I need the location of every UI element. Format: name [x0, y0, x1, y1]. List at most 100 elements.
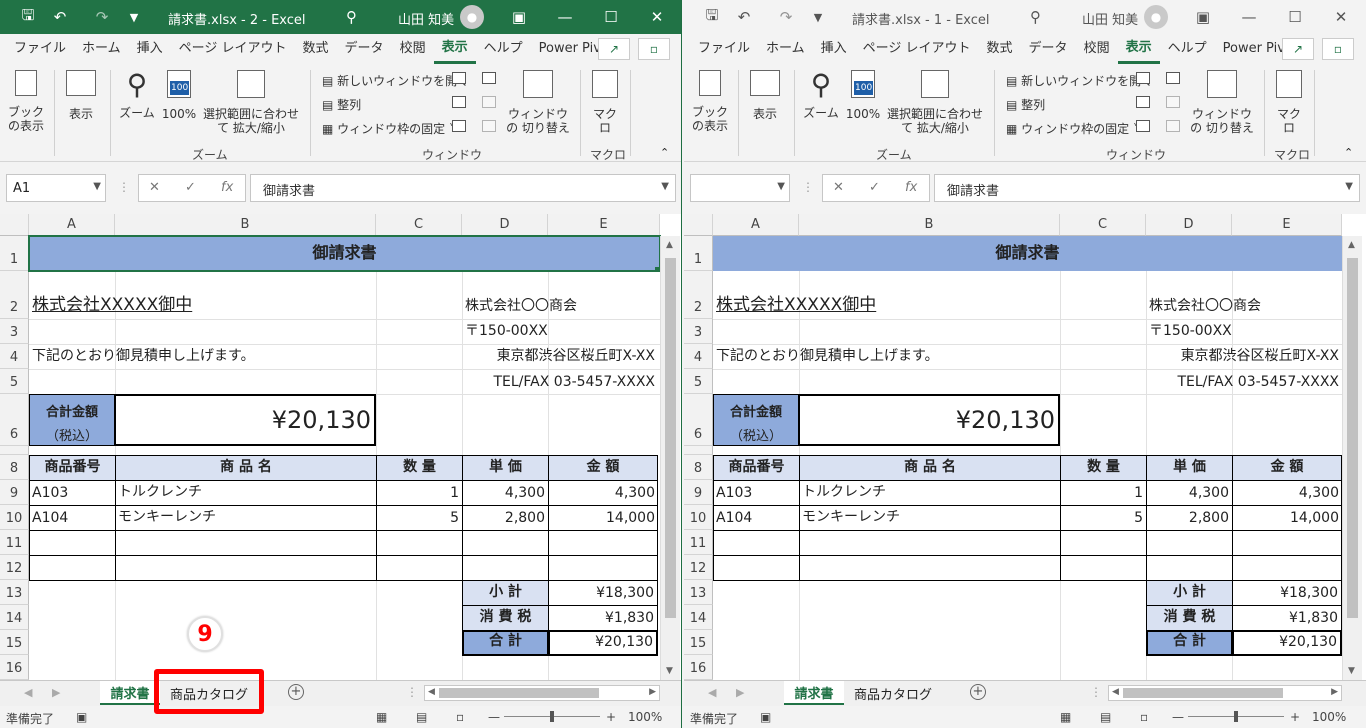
horizontal-scrollbar[interactable]: ◀ ▶ [424, 685, 660, 701]
tab-file[interactable]: ファイル [690, 34, 758, 64]
redo-icon[interactable]: ↷ [772, 0, 800, 34]
row-header-7[interactable] [0, 446, 29, 455]
page-layout-view-icon[interactable]: ▤ [416, 710, 427, 724]
worksheet-grid[interactable]: A B C D E 1 2 3 4 5 6 8 9 10 11 12 13 14… [0, 214, 681, 680]
item-1-name[interactable]: トルクレンチ [115, 480, 376, 505]
scroll-up-icon[interactable]: ▲ [1348, 240, 1355, 250]
switch-windows-button[interactable]: ウィンドウの 切り替え [1190, 70, 1254, 135]
item-1-price[interactable]: 4,300 [462, 480, 548, 505]
subtotal-value[interactable]: ¥18,300 [1232, 580, 1342, 606]
item-1-code[interactable]: A103 [29, 480, 115, 505]
freeze-panes-button[interactable]: ▦ ウィンドウ枠の固定 ˅ [1006, 120, 1139, 137]
zoom-level[interactable]: 100% [628, 710, 662, 724]
row-header-11[interactable]: 11 [684, 530, 713, 555]
item-2-name[interactable]: モンキーレンチ [115, 505, 376, 530]
column-header-e[interactable]: E [1232, 214, 1342, 236]
tab-review[interactable]: 校閲 [1076, 34, 1118, 64]
cancel-icon[interactable]: ✕ [149, 180, 160, 195]
name-box[interactable]: ▼ [690, 174, 790, 202]
hide-icon[interactable] [1136, 96, 1150, 108]
scroll-down-icon[interactable]: ▼ [666, 666, 673, 676]
minimize-button[interactable]: — [542, 0, 588, 34]
book-view-button[interactable]: ブックの表示 [6, 70, 46, 133]
item-2-amount[interactable]: 14,000 [548, 505, 658, 530]
zoom-level[interactable]: 100% [1312, 710, 1346, 724]
name-box[interactable]: A1 ▼ [6, 174, 106, 202]
column-header-d[interactable]: D [1146, 214, 1232, 236]
unhide-icon[interactable] [452, 120, 466, 132]
add-sheet-icon[interactable]: + [288, 684, 304, 700]
tax-label[interactable]: 消 費 税 [1146, 605, 1233, 631]
item-2-name[interactable]: モンキーレンチ [799, 505, 1060, 530]
item-1-price[interactable]: 4,300 [1146, 480, 1232, 505]
zoom-100-button[interactable]: 100 100% [844, 70, 882, 121]
header-amount[interactable]: 金 額 [1232, 455, 1342, 481]
zoom-selection-button[interactable]: 選択範囲に合わせて 拡大/縮小 [884, 70, 986, 135]
share-icon[interactable]: ↗ [1282, 38, 1314, 60]
row-header-5[interactable]: 5 [0, 369, 29, 394]
scroll-right-icon[interactable]: ▶ [649, 687, 656, 697]
show-button[interactable]: 表示 [746, 70, 784, 121]
item-1-amount[interactable]: 4,300 [548, 480, 658, 505]
subtotal-value[interactable]: ¥18,300 [548, 580, 658, 606]
hide-icon[interactable] [452, 96, 466, 108]
scroll-left-icon[interactable]: ◀ [1112, 687, 1119, 697]
macro-button[interactable]: マクロ [588, 70, 622, 135]
freeze-panes-button[interactable]: ▦ ウィンドウ枠の固定 ˅ [322, 120, 455, 137]
tab-page-layout[interactable]: ページ レイアウト [855, 34, 979, 64]
header-name[interactable]: 商 品 名 [115, 455, 377, 481]
column-header-b[interactable]: B [799, 214, 1060, 236]
grand-total-value[interactable]: ¥20,130 [1232, 630, 1342, 656]
row-header-10[interactable]: 10 [0, 505, 29, 530]
zoom-slider-thumb[interactable] [550, 711, 554, 722]
zoom-out-icon[interactable]: — [488, 710, 500, 724]
normal-view-icon[interactable]: ▦ [1060, 710, 1071, 724]
next-sheet-icon[interactable]: ▶ [736, 686, 744, 699]
collapse-ribbon-icon[interactable]: ⌃ [660, 146, 669, 159]
column-header-a[interactable]: A [29, 214, 115, 236]
tab-file[interactable]: ファイル [6, 34, 74, 64]
tab-insert[interactable]: 挿入 [129, 34, 171, 64]
total-label-cell[interactable]: 合計金額 （税込） [713, 394, 799, 446]
tax-value[interactable]: ¥1,830 [1232, 605, 1342, 631]
prev-sheet-icon[interactable]: ◀ [24, 686, 32, 699]
header-qty[interactable]: 数 量 [376, 455, 463, 481]
tax-label[interactable]: 消 費 税 [462, 605, 549, 631]
column-header-c[interactable]: C [1060, 214, 1146, 236]
show-button[interactable]: 表示 [62, 70, 100, 121]
tab-view[interactable]: 表示 [433, 34, 476, 64]
expand-formula-icon[interactable]: ▼ [1345, 181, 1353, 192]
next-sheet-icon[interactable]: ▶ [52, 686, 60, 699]
zoom-in-icon[interactable]: + [1290, 710, 1300, 724]
header-price[interactable]: 単 価 [1146, 455, 1233, 481]
row-header-3[interactable]: 3 [684, 319, 713, 344]
scroll-right-icon[interactable]: ▶ [1331, 687, 1338, 697]
grand-total-label[interactable]: 合 計 [1146, 630, 1233, 656]
worksheet-grid[interactable]: A B C D E 1 2 3 4 5 6 8 9 10 11 12 13 14… [684, 214, 1366, 680]
comment-icon[interactable]: ▫ [1322, 38, 1354, 60]
prev-sheet-icon[interactable]: ◀ [708, 686, 716, 699]
share-icon[interactable]: ↗ [598, 38, 630, 60]
macro-record-icon[interactable]: ▣ [76, 710, 87, 724]
row-header-12[interactable]: 12 [684, 555, 713, 580]
ribbon-display-icon[interactable]: ▣ [496, 0, 542, 34]
intro-cell[interactable]: 下記のとおり御見積申し上げます。 [29, 344, 376, 369]
item-2-qty[interactable]: 5 [1060, 505, 1146, 530]
row-header-15[interactable]: 15 [0, 630, 29, 655]
row-header-5[interactable]: 5 [684, 369, 713, 394]
item-1-amount[interactable]: 4,300 [1232, 480, 1342, 505]
header-qty[interactable]: 数 量 [1060, 455, 1147, 481]
row-header-6[interactable]: 6 [0, 394, 29, 446]
tel-cell[interactable]: TEL/FAX 03-5457-XXXX [1104, 369, 1342, 394]
undo-icon[interactable]: ↶ [46, 0, 74, 34]
page-break-view-icon[interactable]: ▫ [456, 710, 464, 724]
company-cell[interactable]: 株式会社〇〇商会 [1146, 271, 1342, 319]
item-2-code[interactable]: A104 [713, 505, 799, 530]
comment-icon[interactable]: ▫ [638, 38, 670, 60]
save-icon[interactable]: 🖫 [698, 0, 726, 34]
subtotal-label[interactable]: 小 計 [462, 580, 549, 606]
item-1-qty[interactable]: 1 [1060, 480, 1146, 505]
zoom-in-icon[interactable]: + [606, 710, 616, 724]
customize-qat-icon[interactable]: ▼ [804, 0, 832, 34]
header-name[interactable]: 商 品 名 [799, 455, 1061, 481]
